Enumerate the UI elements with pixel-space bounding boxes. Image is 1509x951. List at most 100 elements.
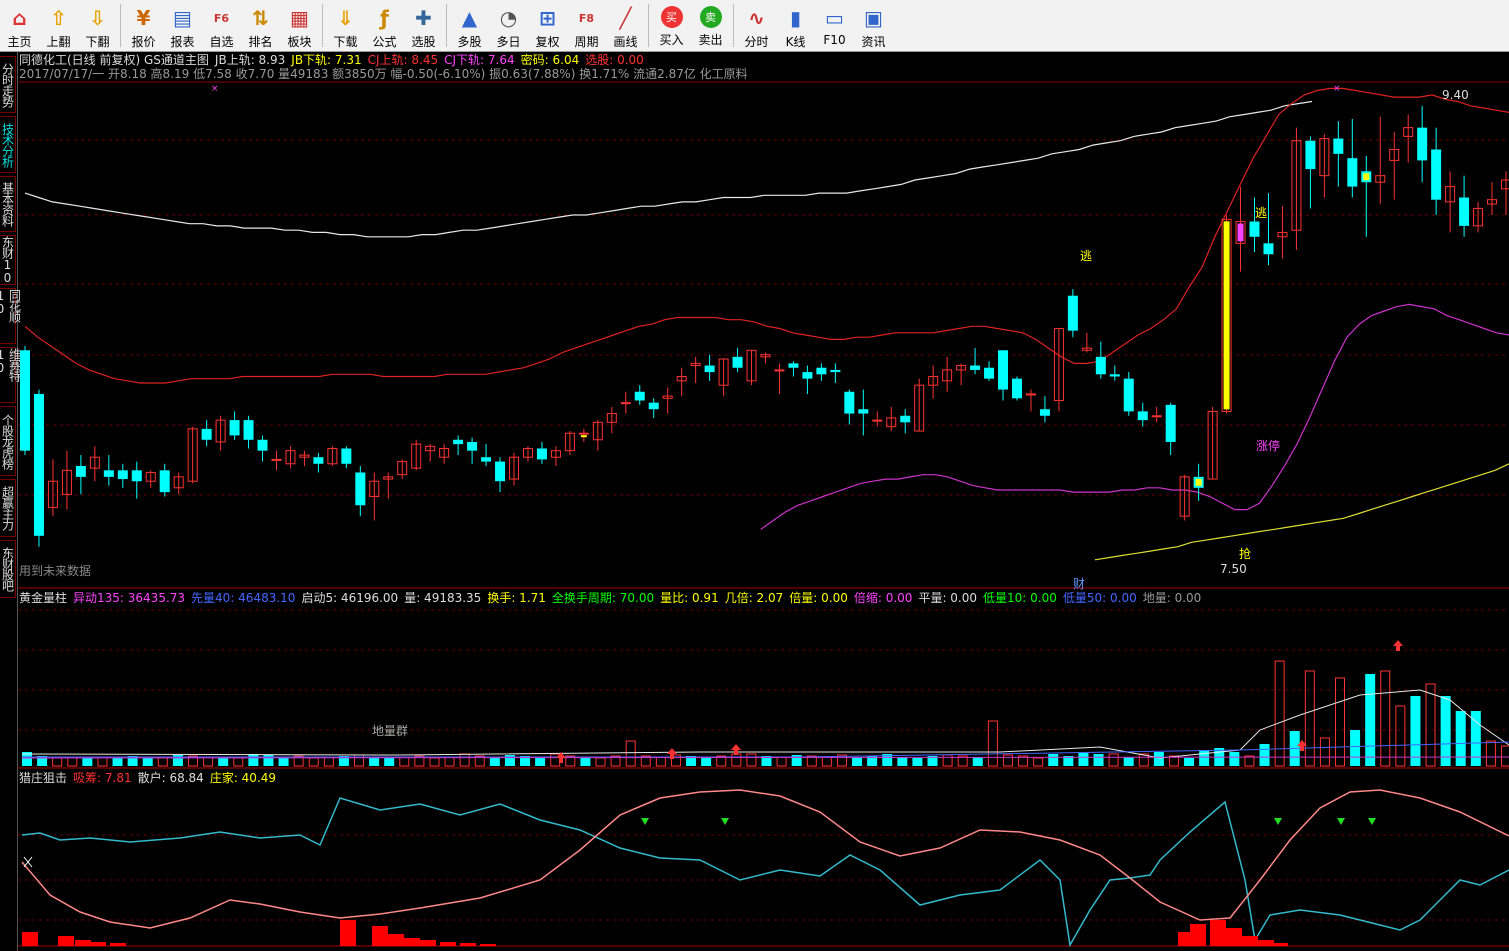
candle-body-down bbox=[481, 457, 492, 462]
volume-bar-up bbox=[655, 756, 666, 767]
candle-body-up bbox=[578, 432, 589, 435]
candle-body-down bbox=[1165, 404, 1176, 442]
candle-body-down bbox=[495, 461, 506, 482]
escape-signal-2: 逃 bbox=[1255, 206, 1268, 220]
volume-bar-up bbox=[776, 756, 787, 767]
volume-bar-up bbox=[233, 757, 244, 767]
jb-upper-line bbox=[24, 100, 1313, 238]
absorb-bar bbox=[22, 932, 38, 946]
volume-bar-up bbox=[1108, 753, 1119, 767]
candle-body-down bbox=[998, 350, 1009, 390]
volume-bar-down bbox=[701, 757, 712, 766]
signal-bar bbox=[580, 435, 587, 438]
volume-bar-up bbox=[308, 757, 319, 767]
signal-bar bbox=[1195, 478, 1202, 486]
volume-header-item-13: 地量: 0.00 bbox=[1142, 591, 1202, 605]
price-low-label: 7.50 bbox=[1220, 562, 1247, 576]
volume-bar-up bbox=[1304, 670, 1315, 767]
absorb-bar bbox=[1226, 928, 1242, 946]
volume-title: 黄金量柱 bbox=[19, 591, 68, 605]
volume-bar-up bbox=[746, 753, 757, 767]
signal-bar bbox=[1363, 173, 1370, 181]
volume-bar-up bbox=[1380, 670, 1391, 767]
jb-lower-line bbox=[1094, 463, 1509, 561]
volume-up-arrow bbox=[1393, 640, 1403, 651]
candle-body-down bbox=[1459, 197, 1470, 226]
volume-bar-down bbox=[369, 757, 380, 766]
cross-marker: × bbox=[211, 84, 219, 94]
candle-body-down bbox=[900, 415, 911, 423]
volume-header-item-4: 换手: 1.71 bbox=[487, 591, 546, 605]
candle-body-down bbox=[536, 448, 547, 460]
volume-header-item-7: 几倍: 2.07 bbox=[724, 591, 784, 605]
absorb-bar bbox=[372, 926, 388, 946]
volume-bar-down bbox=[82, 758, 93, 766]
candle-body-down bbox=[704, 365, 715, 373]
candle-body-down bbox=[1011, 378, 1022, 399]
absorb-bar bbox=[75, 940, 91, 946]
sell-signal-triangle bbox=[1337, 818, 1345, 825]
absorb-bar bbox=[1258, 940, 1274, 946]
candle-body-up bbox=[872, 419, 883, 422]
candle-body-up bbox=[774, 369, 785, 372]
volume-bar-down bbox=[1365, 674, 1376, 766]
volume-bar-up bbox=[399, 756, 410, 767]
rise-stop-label: 涨停 bbox=[1256, 439, 1281, 453]
volume-header-item-9: 倍缩: 0.00 bbox=[853, 591, 913, 605]
candle-body-down bbox=[1249, 221, 1260, 237]
candle-body-down bbox=[802, 372, 813, 379]
volume-bar-up bbox=[1485, 740, 1496, 767]
candle-body-down bbox=[1347, 158, 1358, 187]
volume-bar-down bbox=[1153, 752, 1164, 766]
signal-bar bbox=[1237, 223, 1244, 242]
volume-bar-up bbox=[1274, 660, 1285, 767]
absorb-bar bbox=[90, 942, 106, 946]
cross-marker: × bbox=[1333, 84, 1341, 94]
candle-body-down bbox=[970, 365, 981, 370]
candle-body-down bbox=[33, 393, 44, 536]
volume-bar-up bbox=[731, 753, 742, 767]
volume-bar-down bbox=[1470, 711, 1481, 766]
candle-body-down bbox=[984, 367, 995, 379]
volume-bar-down bbox=[1229, 752, 1240, 766]
volume-bar-down bbox=[1410, 696, 1421, 766]
volume-bar-up bbox=[429, 757, 440, 767]
retail-line bbox=[21, 797, 1509, 948]
price-high-label: 9.40 bbox=[1442, 88, 1469, 102]
volume-bar-down bbox=[852, 757, 863, 766]
candle-body-down bbox=[816, 367, 827, 375]
volume-bar-down bbox=[1123, 757, 1134, 766]
volume-bar-up bbox=[1425, 683, 1436, 767]
absorb-bar bbox=[388, 934, 404, 946]
future-data-note: 用到未来数据 bbox=[19, 564, 92, 578]
volume-bar-up bbox=[821, 756, 832, 767]
volume-bar-down bbox=[1048, 754, 1059, 766]
candle-body-down bbox=[453, 439, 464, 445]
candle-body-down bbox=[1067, 295, 1078, 331]
volume-bar-down bbox=[580, 757, 591, 766]
volume-header: 黄金量柱 异动135: 36435.73 先量40: 46483.10 启动5: 46… bbox=[19, 591, 1213, 605]
absorb-bar bbox=[1272, 943, 1288, 946]
candle-body-down bbox=[1039, 409, 1050, 416]
indicator-header: 猎庄狙击 吸筹: 7.81 散户: 68.84 庄家: 40.49 bbox=[19, 771, 288, 785]
volume-bar-down bbox=[1078, 752, 1089, 766]
volume-bar-down bbox=[1184, 758, 1195, 766]
candle-body-down bbox=[1417, 127, 1428, 161]
absorb-bar bbox=[110, 943, 126, 946]
volume-bar-up bbox=[1033, 757, 1044, 767]
low-volume-group-label: 地量群 bbox=[372, 724, 409, 738]
volume-bar-down bbox=[1440, 696, 1451, 766]
volume-bar-down bbox=[1259, 744, 1270, 766]
volume-bar-down bbox=[1455, 711, 1466, 766]
candle-body-down bbox=[75, 465, 86, 477]
candle-body-down bbox=[131, 470, 142, 482]
cj-lower-line bbox=[760, 303, 1509, 530]
candle-body-down bbox=[844, 391, 855, 414]
volume-ma-line bbox=[21, 689, 1509, 759]
volume-bar-down bbox=[912, 758, 923, 766]
signal-bar bbox=[1223, 221, 1230, 410]
candle-body-down bbox=[830, 369, 841, 373]
volume-header-item-10: 平量: 0.00 bbox=[918, 591, 978, 605]
volume-bar-up bbox=[444, 756, 455, 767]
volume-bar-up bbox=[52, 757, 63, 767]
